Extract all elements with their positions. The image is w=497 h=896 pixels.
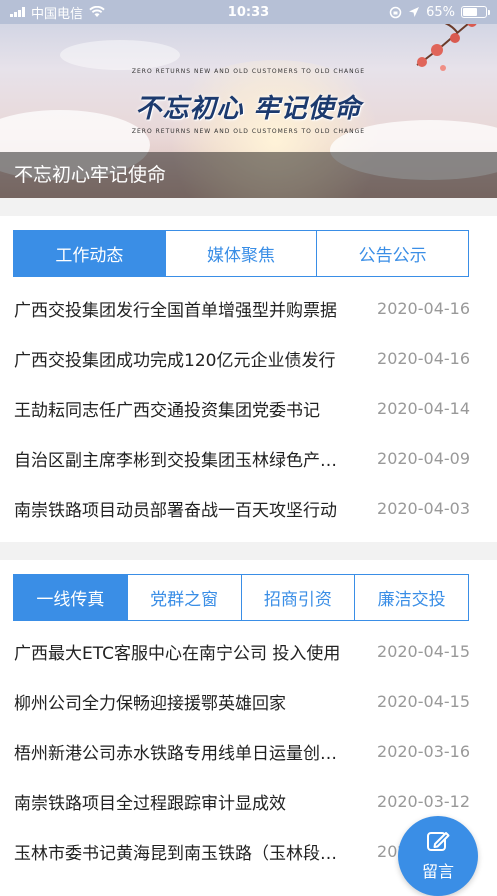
item-title: 梧州新港公司赤水铁路专用线单日运量创新高 <box>14 743 344 764</box>
tab-work-news[interactable]: 工作动态 <box>14 231 165 276</box>
list-item[interactable]: 广西交投集团成功完成120亿元企业债发行 2020-04-16 <box>0 333 497 383</box>
item-title: 南崇铁路项目全过程跟踪审计显成效 <box>14 793 286 814</box>
banner-caption: 不忘初心牢记使命 <box>0 152 497 198</box>
news-list: 广西交投集团发行全国首单增强型并购票据 2020-04-16 广西交投集团成功完成… <box>0 283 497 533</box>
rotation-lock-icon <box>389 6 402 18</box>
tab-investment[interactable]: 招商引资 <box>240 575 355 620</box>
banner-english-bottom: ZERO RETURNS NEW AND OLD CUSTOMERS TO OL… <box>131 128 366 135</box>
tab-announcements[interactable]: 公告公示 <box>316 231 469 276</box>
signal-icon <box>10 7 25 17</box>
carrier-label: 中国电信 <box>31 6 84 22</box>
news-tabs: 工作动态 媒体聚焦 公告公示 <box>13 230 469 277</box>
item-title: 玉林市委书记黄海昆到南玉铁路（玉林段）调研 <box>14 843 344 864</box>
status-bar: 中国电信 10:33 65% <box>0 0 497 24</box>
item-date: 2020-04-16 <box>377 298 470 318</box>
banner[interactable]: ZERO RETURNS NEW AND OLD CUSTOMERS TO OL… <box>0 0 497 198</box>
item-date: 2020-04-09 <box>377 448 470 468</box>
item-title: 广西交投集团发行全国首单增强型并购票据 <box>14 300 337 321</box>
item-title: 柳州公司全力保畅迎接援鄂英雄回家 <box>14 693 286 714</box>
list-item[interactable]: 南崇铁路项目动员部署奋战一百天攻坚行动 2020-04-03 <box>0 483 497 533</box>
item-title: 广西交投集团成功完成120亿元企业债发行 <box>14 350 336 371</box>
banner-cloud <box>60 40 180 70</box>
item-title: 自治区副主席李彬到交投集团玉林绿色产业园调研 <box>14 450 344 471</box>
tab-media-focus[interactable]: 媒体聚焦 <box>164 231 317 276</box>
item-date: 2020-04-15 <box>377 641 470 661</box>
list-item[interactable]: 王劼耘同志任广西交通投资集团党委书记 2020-04-14 <box>0 383 497 433</box>
battery-percent: 65% <box>426 4 455 20</box>
list-item[interactable]: 自治区副主席李彬到交投集团玉林绿色产业园调研 2020-04-09 <box>0 433 497 483</box>
battery-icon <box>461 6 490 18</box>
banner-english-top: ZERO RETURNS NEW AND OLD CUSTOMERS TO OL… <box>131 68 366 75</box>
location-icon <box>409 7 420 17</box>
banner-slogan: 不忘初心 牢记使命 <box>135 94 362 124</box>
wifi-icon <box>89 6 105 17</box>
edit-icon <box>427 832 450 851</box>
section-divider <box>0 198 497 216</box>
list-item[interactable]: 广西最大ETC客服中心在南宁公司 投入使用 2020-04-15 <box>0 626 497 676</box>
item-date: 2020-04-16 <box>377 348 470 368</box>
item-date: 2020-04-03 <box>377 498 470 518</box>
item-date: 2020-04-15 <box>377 691 470 711</box>
message-button[interactable]: 留言 <box>398 816 478 896</box>
list-item[interactable]: 柳州公司全力保畅迎接援鄂英雄回家 2020-04-15 <box>0 676 497 726</box>
tab-party-window[interactable]: 党群之窗 <box>126 575 241 620</box>
section-divider <box>0 542 497 560</box>
item-title: 广西最大ETC客服中心在南宁公司 投入使用 <box>14 643 341 664</box>
item-date: 2020-03-16 <box>377 741 470 761</box>
tab-frontline[interactable]: 一线传真 <box>14 575 127 620</box>
list-item[interactable]: 梧州新港公司赤水铁路专用线单日运量创新高 2020-03-16 <box>0 726 497 776</box>
category-tabs: 一线传真 党群之窗 招商引资 廉洁交投 <box>13 574 469 621</box>
item-date: 2020-03-12 <box>377 791 470 811</box>
item-date: 2020-04-14 <box>377 398 470 418</box>
clock: 10:33 <box>227 4 270 20</box>
tab-integrity[interactable]: 廉洁交投 <box>354 575 468 620</box>
list-item[interactable]: 广西交投集团发行全国首单增强型并购票据 2020-04-16 <box>0 283 497 333</box>
message-button-label: 留言 <box>421 862 454 881</box>
item-title: 南崇铁路项目动员部署奋战一百天攻坚行动 <box>14 500 337 521</box>
item-title: 王劼耘同志任广西交通投资集团党委书记 <box>14 400 320 421</box>
